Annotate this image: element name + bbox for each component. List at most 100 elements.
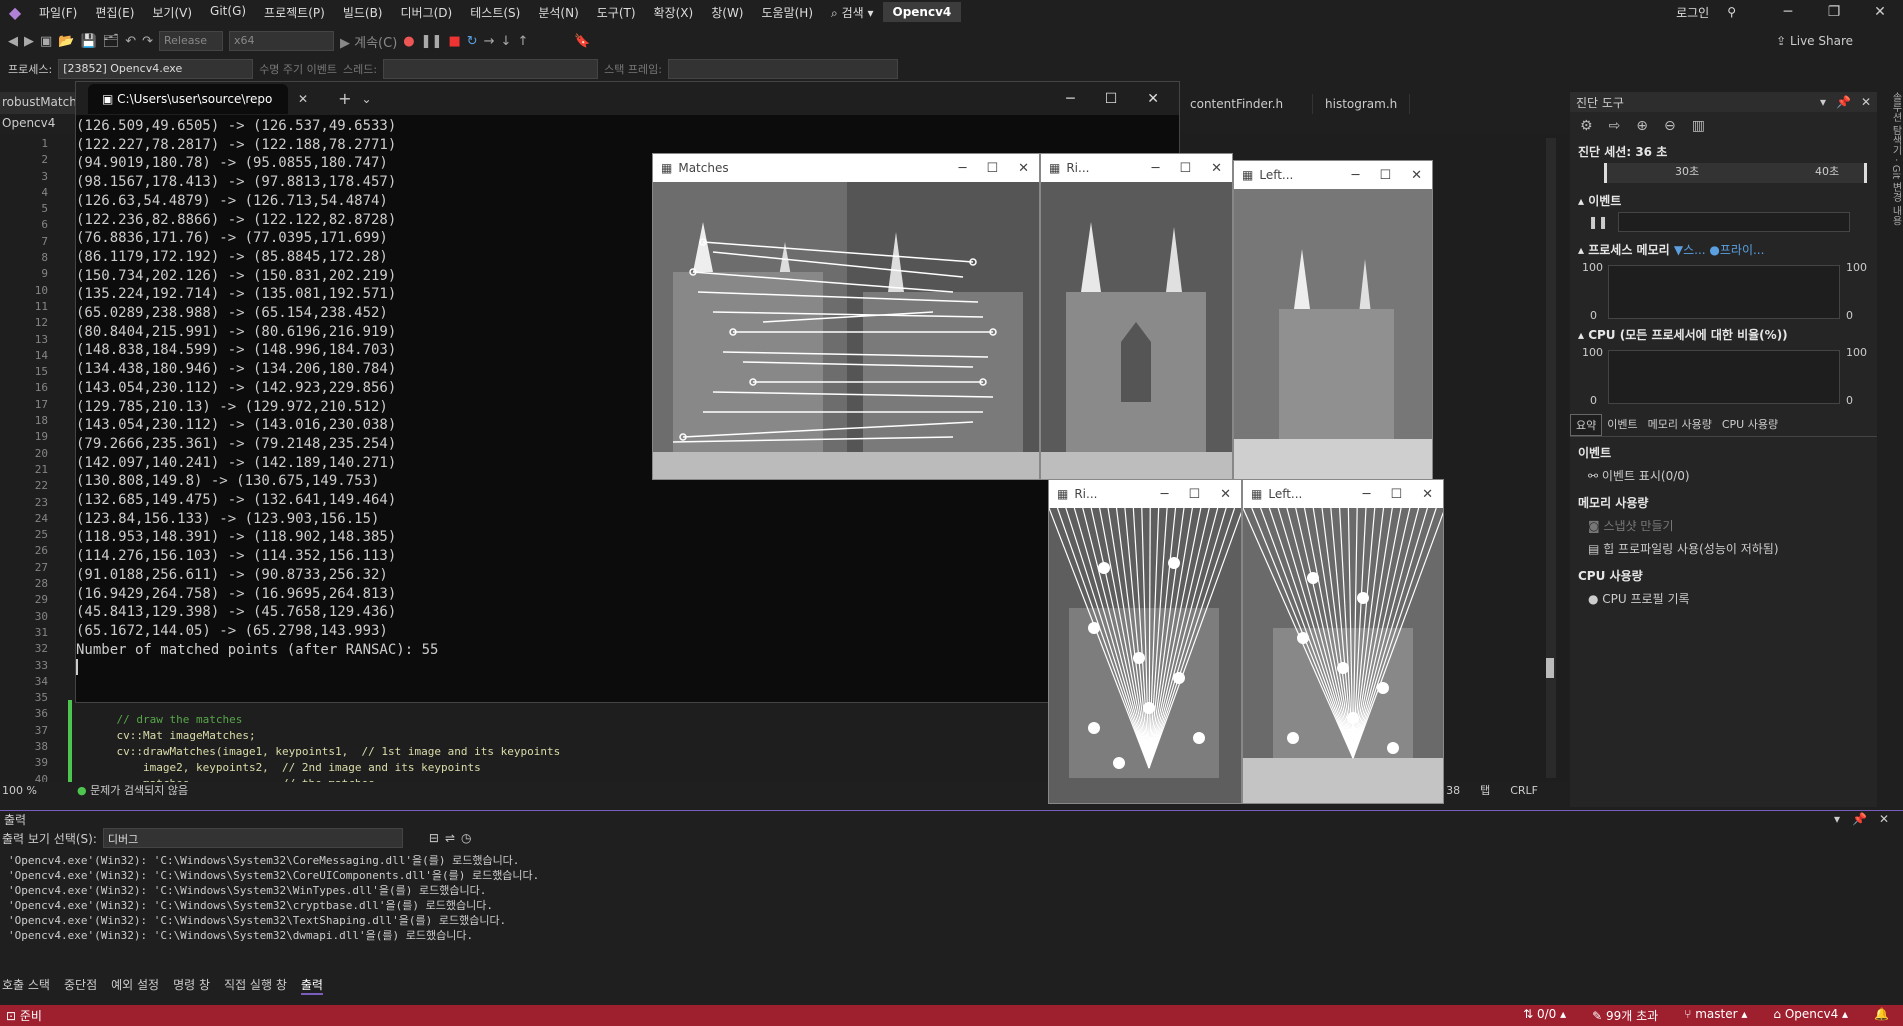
bookmark-icon[interactable]: 🔖 [574,34,590,49]
fire-icon[interactable]: ● [403,34,414,49]
pause-events-icon[interactable]: ❚❚ [1588,215,1608,229]
menu-item[interactable]: 빌드(B) [334,4,392,21]
tab-summary[interactable]: 요약 [1570,414,1603,436]
menu-item[interactable]: 도움말(H) [753,4,823,21]
menu-item[interactable]: 프로젝트(P) [255,4,334,21]
menu-item[interactable]: 테스트(S) [461,4,529,21]
cv-window-right[interactable]: ▦ Ri... ─ ☐ ✕ [1040,153,1233,480]
continue-button[interactable]: ▶ 계속(C) [340,32,397,51]
stackframe-dropdown[interactable] [667,59,898,79]
cv-window-left[interactable]: ▦ Left... ─ ☐ ✕ [1233,160,1433,480]
close-icon[interactable]: ✕ [1211,161,1222,176]
repo-indicator[interactable]: ⌂ Opencv4 ▴ [1773,1007,1848,1024]
tab-indicator[interactable]: 탭 [1480,782,1490,798]
clock-icon[interactable]: ◷ [461,831,471,845]
code-editor[interactable]: // draw the matches cv::Mat imageMatches… [90,712,560,792]
bottom-tab[interactable]: 중단점 [64,976,97,995]
platform-dropdown[interactable]: x64 [229,31,334,51]
minimize-icon[interactable]: ─ [1152,161,1160,176]
minimize-icon[interactable]: ─ [959,161,967,176]
settings-icon[interactable]: ⚙ [1580,118,1593,134]
clear-icon[interactable]: ⊟ [429,831,439,845]
timeline[interactable]: 30초 40초 [1604,163,1867,183]
console-tab[interactable]: ▣ C:\Users\user\source\repo [88,83,288,114]
close-icon[interactable]: ✕ [1220,487,1231,502]
cv-window-matches[interactable]: ▦ Matches ─ ☐ ✕ [652,153,1040,480]
bottom-tab[interactable]: 명령 창 [173,976,210,995]
menu-item[interactable]: 파일(F) [30,4,86,21]
heap-profiling-toggle[interactable]: ▤ 힙 프로파일링 사용(성능이 저하됨) [1570,537,1877,560]
side-tool-tabs[interactable]: 솔루션 탐색기 · Git 변경 내용 [1880,92,1903,252]
bottom-tab[interactable]: 예외 설정 [111,976,159,995]
output-source-dropdown[interactable]: 디버그 [102,828,403,848]
step-out-icon[interactable]: ↑ [517,34,528,49]
errors-indicator[interactable]: ⇅ 0/0 ▴ [1523,1007,1566,1024]
bottom-tab[interactable]: 호출 스택 [2,976,50,995]
close-icon[interactable]: ✕ [1411,168,1422,183]
minimize-icon[interactable]: ─ [1161,487,1169,502]
stop-icon[interactable]: ■ [448,34,460,49]
close-icon[interactable]: ✕ [1422,487,1433,502]
close-icon[interactable]: ✕ [1861,95,1871,109]
tab-cpu[interactable]: CPU 사용량 [1717,414,1783,436]
changes-indicator[interactable]: ✎ 99개 초과 [1592,1007,1658,1024]
undo-icon[interactable]: ↶ [125,34,136,49]
close-icon[interactable]: ✕ [1879,812,1889,826]
bottom-tab[interactable]: 직접 실행 창 [224,976,287,995]
step-over-icon[interactable]: → [484,34,495,49]
editor-scrollbar[interactable] [1546,138,1556,778]
cv-window-right-epipolar[interactable]: ▦ Ri... ─ ☐ ✕ [1048,479,1242,804]
chart-icon[interactable]: ▥ [1692,118,1705,134]
show-events-link[interactable]: ⚯ 이벤트 표시(0/0) [1570,464,1877,487]
minimize-icon[interactable]: ─ [1363,487,1371,502]
maximize-icon[interactable]: ☐ [1390,487,1402,502]
bottom-tab[interactable]: 출력 [300,976,323,995]
search-button[interactable]: ⌕ 검색 ▾ [822,4,882,21]
tab-robustmatch[interactable]: robustMatch [0,92,75,114]
save-all-icon[interactable]: 🗂 [103,34,120,49]
dropdown-icon[interactable]: ▾ [1820,95,1826,109]
menu-item[interactable]: 분석(N) [529,4,587,21]
pause-icon[interactable]: ❚❚ [421,34,443,49]
menu-item[interactable]: 편집(E) [86,4,143,21]
pin-icon[interactable]: 📌 [1852,812,1867,826]
tab-contentfinder[interactable]: contentFinder.h [1180,94,1313,114]
eol-indicator[interactable]: CRLF [1510,784,1568,797]
live-share-button[interactable]: ⇪ Live Share [1776,34,1903,48]
tab-histogram[interactable]: histogram.h [1313,94,1411,114]
console-minimize-icon[interactable]: ─ [1066,91,1074,107]
cpu-profile-button[interactable]: ● CPU 프로필 기록 [1570,587,1877,610]
notifications-icon[interactable]: 🔔 [1874,1007,1889,1024]
export-icon[interactable]: ⇨ [1609,118,1621,134]
maximize-icon[interactable]: ☐ [1379,168,1391,183]
menu-item[interactable]: 확장(X) [645,4,703,21]
minimize-icon[interactable]: ─ [1352,168,1360,183]
minimize-icon[interactable]: ─ [1765,4,1811,20]
maximize-icon[interactable]: ☐ [1179,161,1191,176]
maximize-icon[interactable]: ☐ [1188,487,1200,502]
step-into-icon[interactable]: ↓ [501,34,512,49]
output-text[interactable]: 'Opencv4.exe'(Win32): 'C:\Windows\System… [0,853,1903,943]
console-close-icon[interactable]: ✕ [1147,91,1159,107]
process-dropdown[interactable]: [23852] Opencv4.exe [58,59,254,79]
open-icon[interactable]: 📂 [58,34,74,49]
menu-item[interactable]: 창(W) [702,4,752,21]
close-icon[interactable]: ✕ [1857,4,1903,20]
redo-icon[interactable]: ↷ [142,34,153,49]
pin-icon[interactable]: 📌 [1836,95,1851,109]
tab-events[interactable]: 이벤트 [1602,414,1642,436]
config-dropdown[interactable]: Release [159,31,223,51]
tab-dropdown-icon[interactable]: ⌄ [361,92,371,106]
cv-window-left-epipolar[interactable]: ▦ Left... ─ ☐ ✕ [1242,479,1444,804]
console-maximize-icon[interactable]: ☐ [1105,91,1118,107]
login-button[interactable]: 로그인 [1667,4,1718,21]
save-icon[interactable]: 💾 [80,34,96,49]
snapshot-button[interactable]: ◙ 스냅샷 만들기 [1570,514,1877,537]
menu-item[interactable]: 도구(T) [588,4,645,21]
maximize-icon[interactable]: ☐ [986,161,998,176]
tab-memory[interactable]: 메모리 사용량 [1643,414,1717,436]
lifecycle-events-button[interactable]: 수명 주기 이벤트 [259,61,337,77]
thread-dropdown[interactable] [383,59,599,79]
back-icon[interactable]: ◀ [8,34,18,49]
zoom-level[interactable]: 100 % [2,784,37,797]
